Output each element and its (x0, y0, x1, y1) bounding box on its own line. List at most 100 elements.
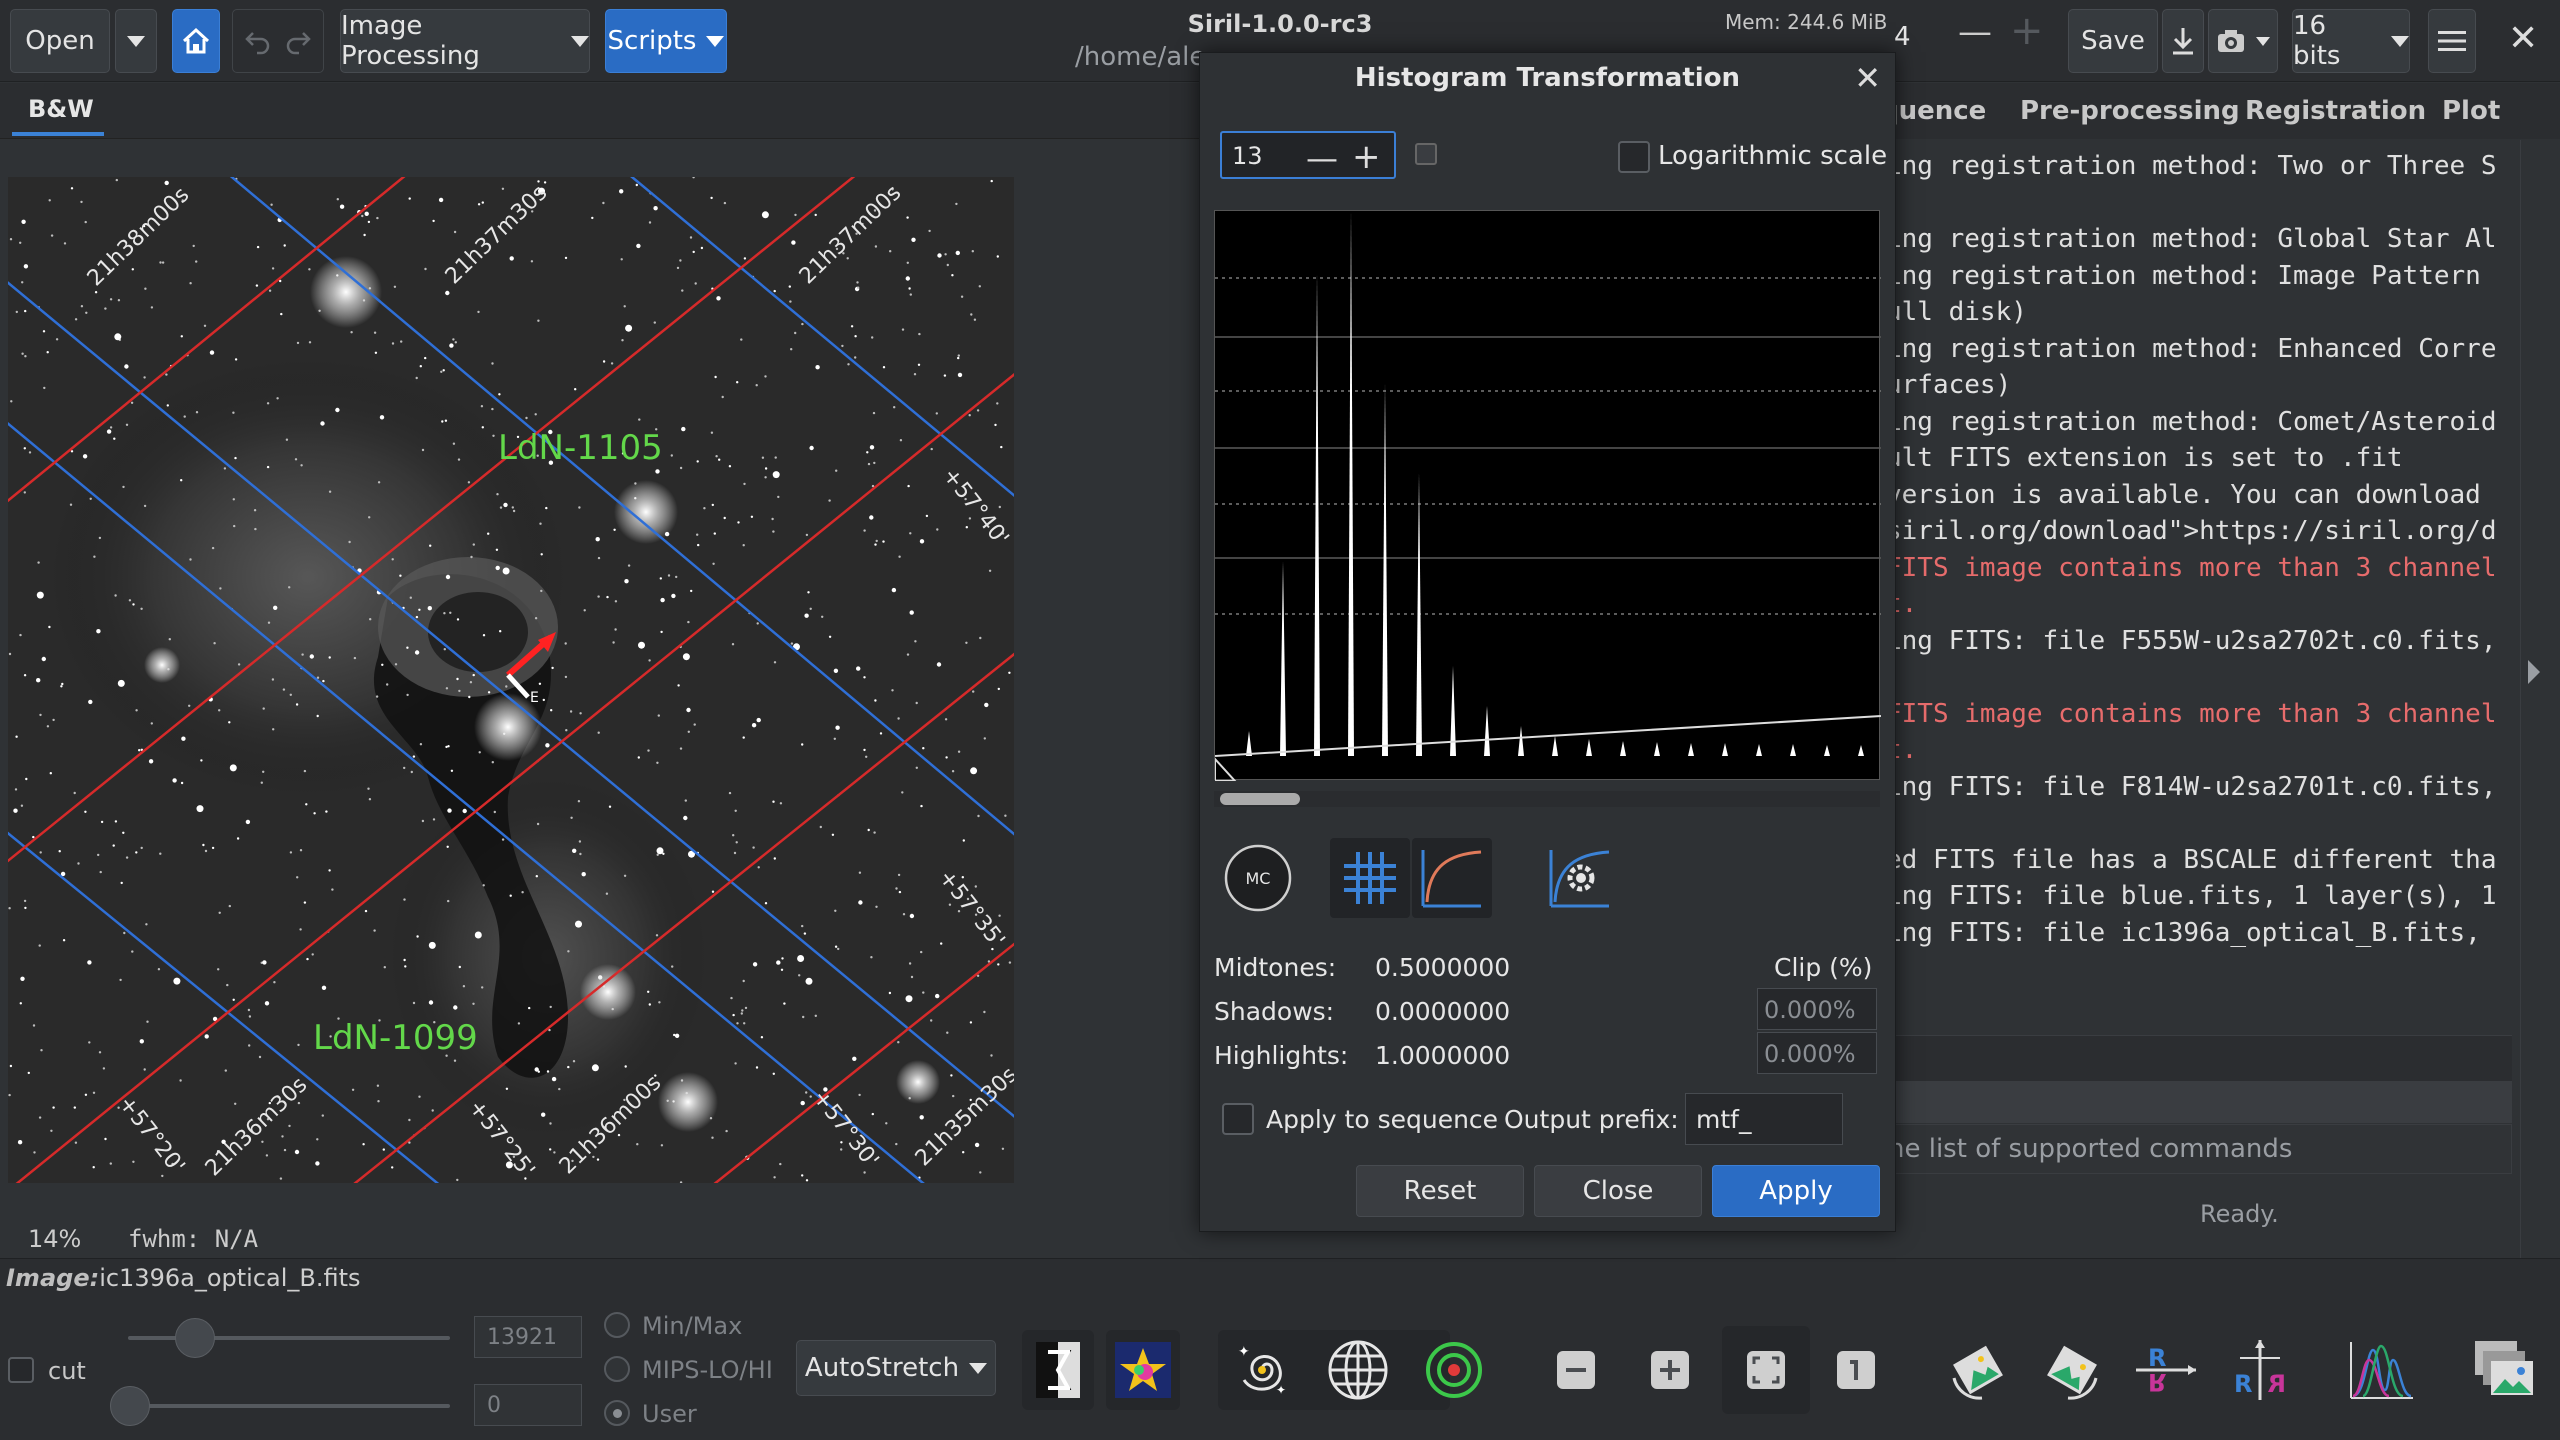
redo-icon[interactable] (283, 27, 313, 55)
rotate-left-button[interactable] (1938, 1330, 2018, 1410)
scrollbar-thumb[interactable] (1220, 793, 1300, 805)
star (109, 1162, 113, 1165)
radio-user[interactable] (604, 1400, 630, 1426)
star (89, 497, 92, 500)
star (109, 426, 113, 429)
star (805, 977, 813, 985)
dialog-close-icon[interactable]: ✕ (1854, 59, 1881, 97)
expand-panel-icon[interactable] (2528, 660, 2540, 684)
star (950, 1074, 953, 1077)
star (741, 1009, 744, 1012)
star (46, 351, 49, 354)
star (23, 491, 26, 494)
hi-slider-knob[interactable] (175, 1318, 215, 1358)
rotate-right-button[interactable] (2032, 1330, 2112, 1410)
star (565, 729, 568, 732)
tab-registration[interactable]: Registration (2245, 96, 2426, 126)
star (1008, 671, 1011, 674)
star (414, 650, 420, 655)
preview-plus-icon[interactable]: + (2010, 8, 2044, 54)
main-menu-button[interactable] (2428, 9, 2476, 73)
radio-mips[interactable] (604, 1356, 630, 1382)
mtf-autostretch-button[interactable]: MC (1218, 838, 1298, 918)
histogram-scrollbar[interactable] (1214, 791, 1880, 807)
midtones-value[interactable]: 0.5000000 (1375, 953, 1510, 982)
star (779, 1162, 782, 1166)
zoom-actual-size-button[interactable] (1816, 1330, 1896, 1410)
save-as-button[interactable] (2162, 9, 2204, 73)
preview-minus-icon[interactable]: — (1958, 12, 1992, 52)
toggle-grid-button[interactable] (1330, 838, 1410, 918)
negative-view-button[interactable] (1022, 1330, 1094, 1410)
open-button[interactable]: Open (10, 9, 110, 73)
star (730, 996, 733, 1000)
star (700, 246, 704, 250)
stretch-mode-selector[interactable]: AutoStretch (796, 1340, 996, 1396)
histogram-graph[interactable] (1214, 210, 1882, 782)
spinner-plus-icon[interactable]: + (1352, 137, 1381, 177)
star (764, 476, 767, 479)
star (294, 1149, 300, 1155)
bit-depth-selector[interactable]: 16 bits (2292, 9, 2410, 73)
mirror-x-button[interactable]: RR (2126, 1330, 2206, 1410)
zoom-spinner-value[interactable]: 13 (1232, 142, 1263, 170)
histogram-button[interactable] (2342, 1330, 2422, 1410)
scripts-menu[interactable]: Scripts (605, 9, 727, 73)
hi-value-field[interactable]: 13921 (474, 1316, 582, 1358)
lo-slider-track[interactable] (128, 1404, 450, 1408)
star (237, 663, 241, 666)
image-processing-menu[interactable]: Image Processing (340, 9, 590, 73)
save-button[interactable]: Save (2068, 9, 2158, 73)
open-recent-dropdown[interactable] (115, 9, 157, 73)
astronomical-image[interactable]: 21h38m00s 21h37m30s 21h37m00s 21h36m30s … (8, 177, 1014, 1183)
star-detection-button[interactable] (1414, 1330, 1494, 1410)
star (997, 687, 1000, 691)
star (445, 290, 450, 296)
log-scale-checkbox[interactable] (1618, 141, 1650, 173)
star (383, 966, 386, 969)
star (968, 414, 971, 417)
image-information-button[interactable] (2464, 1330, 2544, 1410)
window-close-icon[interactable]: ✕ (2508, 18, 2538, 59)
tab-pre-processing[interactable]: Pre-processing (2020, 96, 2240, 126)
shadows-handle-icon[interactable] (1214, 756, 1238, 782)
gear-icon (1549, 850, 1610, 908)
undo-icon[interactable] (243, 27, 273, 55)
preview-number[interactable]: 4 (1894, 22, 1911, 52)
zoom-out-button[interactable] (1536, 1330, 1616, 1410)
star (100, 820, 104, 824)
zoom-in-button[interactable] (1630, 1330, 1710, 1410)
annotate-galaxy-button[interactable]: ✦ ✦ (1222, 1330, 1302, 1410)
star (994, 423, 997, 427)
cut-checkbox[interactable] (8, 1357, 34, 1383)
zoom-reset-icon[interactable] (1415, 143, 1437, 165)
output-prefix-input[interactable]: mtf_ (1685, 1093, 1843, 1145)
shadows-value[interactable]: 0.0000000 (1375, 997, 1510, 1026)
console-line: ed FITS file has a BSCALE different tha (1886, 844, 2497, 875)
radio-minmax[interactable] (604, 1312, 630, 1338)
histogram-settings-button[interactable] (1540, 838, 1620, 918)
close-button[interactable]: Close (1534, 1165, 1702, 1217)
tab-plot[interactable]: Plot (2442, 96, 2500, 126)
histogram-zoom-spinner[interactable]: 13 — + (1220, 131, 1396, 179)
star (794, 213, 797, 217)
tab-bw[interactable]: B&W (28, 95, 94, 123)
spinner-minus-icon[interactable]: — (1306, 139, 1338, 177)
zoom-fit-button[interactable] (1722, 1326, 1810, 1414)
apply-sequence-checkbox[interactable] (1222, 1103, 1254, 1135)
snapshot-button[interactable] (2208, 9, 2278, 73)
toggle-curve-button[interactable] (1412, 838, 1492, 918)
wcs-grid-button[interactable] (1318, 1330, 1398, 1410)
mirror-y-button[interactable]: RR (2220, 1330, 2300, 1410)
highlights-value[interactable]: 1.0000000 (1375, 1041, 1510, 1070)
lo-slider-knob[interactable] (110, 1386, 150, 1426)
star (790, 642, 794, 645)
home-button[interactable] (172, 9, 220, 73)
apply-button[interactable]: Apply (1712, 1165, 1880, 1217)
star (781, 957, 784, 960)
color-saturation-button[interactable] (1106, 1330, 1180, 1410)
lo-value-field[interactable]: 0 (474, 1384, 582, 1426)
reset-button[interactable]: Reset (1356, 1165, 1524, 1217)
star (502, 567, 510, 575)
star (965, 641, 968, 644)
